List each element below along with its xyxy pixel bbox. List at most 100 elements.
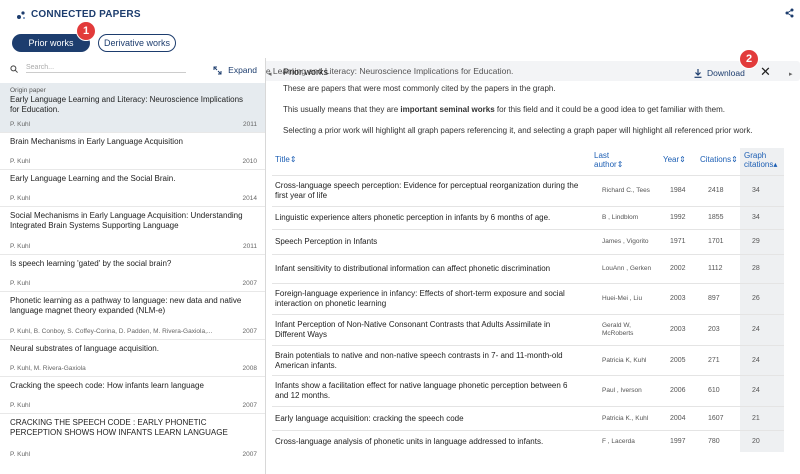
header-label: Graph [744, 151, 767, 160]
download-button[interactable]: Download [694, 68, 745, 78]
row-last-author: Paul , Iverson [602, 387, 642, 394]
table-row[interactable]: Foreign-language experience in infancy: … [272, 283, 784, 314]
sort-icon: ⇕ [616, 160, 624, 169]
table-row[interactable]: Infant sensitivity to distributional inf… [272, 254, 784, 283]
panel-divider[interactable] [265, 58, 266, 474]
paper-year: 2007 [242, 280, 257, 287]
paper-authors: P. Kuhl, B. Conboy, S. Coffey-Corina, D.… [10, 328, 213, 335]
row-graph-citations: 28 [752, 265, 760, 272]
row-last-author: B , Lindblom [602, 214, 639, 221]
row-title: Brain potentials to native and non-nativ… [275, 350, 563, 370]
row-year: 1997 [670, 438, 686, 445]
close-icon[interactable]: ✕ [760, 64, 771, 80]
row-year: 2003 [670, 295, 686, 302]
header-label: Year [663, 155, 680, 164]
row-graph-citations: 24 [752, 326, 760, 333]
list-item[interactable]: Cracking the speech code: How infants le… [0, 377, 265, 414]
row-last-author: Gerald W, McRoberts [602, 322, 634, 337]
row-citations: 610 [708, 387, 720, 394]
table-row[interactable]: Cross-language speech perception: Eviden… [272, 175, 784, 206]
row-title: Infants show a facilitation effect for n… [275, 381, 568, 400]
row-year: 2003 [670, 326, 686, 333]
row-graph-citations: 26 [752, 295, 760, 302]
list-item[interactable]: Social Mechanisms in Early Language Acqu… [0, 207, 265, 255]
header-label: Title [275, 155, 290, 164]
list-item[interactable]: Is speech learning 'gated' by the social… [0, 255, 265, 292]
table-row[interactable]: Early language acquisition: cracking the… [272, 406, 784, 430]
list-item[interactable]: Phonetic learning as a pathway to langua… [0, 292, 265, 340]
list-item[interactable]: Early Language Learning and the Social B… [0, 170, 265, 207]
list-item-origin[interactable]: Origin paper Early Language Learning and… [0, 83, 265, 133]
download-label: Download [707, 68, 745, 78]
paper-authors: P. Kuhl [10, 195, 31, 202]
tab-derivative-works[interactable]: Derivative works [98, 34, 176, 52]
expand-button[interactable]: Expand [213, 65, 257, 75]
col-header-graph-citations[interactable]: Graph citations▴ [744, 151, 777, 169]
paper-year: 2008 [242, 365, 257, 372]
panel-description-1: These are papers that were most commonly… [283, 84, 556, 93]
paper-title: Social Mechanisms in Early Language Acqu… [10, 211, 243, 230]
paper-title: Brain Mechanisms in Early Language Acqui… [10, 137, 183, 146]
table-row[interactable]: Cross-language analysis of phonetic unit… [272, 430, 784, 453]
sort-asc-icon: ▴ [773, 160, 778, 169]
panel-description-2: This usually means that they are importa… [283, 105, 725, 114]
sidebar: Search... Expand Origin paper Early Lang… [0, 60, 265, 474]
table-row[interactable]: Speech Perception in Infants James , Vigo… [272, 229, 784, 254]
row-title: Infant Perception of Non-Native Consonan… [275, 320, 551, 339]
paper-authors: P. Kuhl [10, 402, 31, 409]
row-last-author: James , Vigorito [602, 238, 649, 245]
row-year: 2005 [670, 356, 686, 364]
row-citations: 1112 [708, 265, 723, 272]
list-item[interactable]: Brain Mechanisms in Early Language Acqui… [0, 133, 265, 170]
col-header-last-author[interactable]: Last author⇕ [594, 151, 623, 169]
sort-icon: ⇕ [731, 155, 738, 164]
sidebar-search-input[interactable]: Search... [26, 64, 186, 73]
row-title: Foreign-language experience in infancy: … [275, 289, 565, 308]
panel-description-3: Selecting a prior work will highlight al… [283, 126, 753, 135]
paper-title: Is speech learning 'gated' by the social… [10, 259, 172, 268]
row-citations: 1607 [708, 414, 724, 422]
table-row[interactable]: Linguistic experience alters phonetic pe… [272, 206, 784, 229]
row-last-author: LouAnn , Gerken [602, 265, 652, 272]
list-item[interactable]: CRACKING THE SPEECH CODE : EARLY PHONETI… [0, 414, 265, 462]
row-title: Cross-language speech perception: Eviden… [275, 181, 579, 200]
paper-title: Phonetic learning as a pathway to langua… [10, 296, 242, 315]
sort-icon: ⇕ [679, 155, 686, 164]
col-header-citations[interactable]: Citations⇕ [700, 155, 738, 164]
row-citations: 780 [708, 438, 720, 445]
paper-authors: P. Kuhl [10, 121, 31, 128]
row-title: Infant sensitivity to distributional inf… [275, 264, 551, 273]
header-label: Last [594, 151, 610, 160]
paper-year: 2007 [242, 402, 257, 409]
row-citations: 203 [708, 326, 720, 333]
paper-title: Neural substrates of language acquisitio… [10, 344, 159, 353]
paper-year: 2010 [242, 158, 257, 165]
paper-list: Origin paper Early Language Learning and… [0, 83, 265, 462]
list-item[interactable]: Neural substrates of language acquisitio… [0, 340, 265, 377]
expand-icon [213, 66, 222, 74]
table-row[interactable]: Brain potentials to native and non-nativ… [272, 345, 784, 375]
row-year: 1984 [670, 187, 686, 194]
collapse-right-icon[interactable]: ▸ [789, 70, 793, 78]
sidebar-search[interactable]: Search... [10, 64, 186, 73]
desc-text: This usually means that they are [283, 105, 401, 114]
sort-icon: ⇕ [289, 155, 297, 164]
paper-title: CRACKING THE SPEECH CODE : EARLY PHONETI… [10, 418, 228, 437]
table-row[interactable]: Infants show a facilitation effect for n… [272, 375, 784, 406]
paper-authors: P. Kuhl [10, 243, 31, 250]
table-row[interactable]: Infant Perception of Non-Native Consonan… [272, 314, 784, 345]
row-graph-citations: 34 [752, 187, 760, 194]
app-title: CONNECTED PAPERS [31, 9, 141, 20]
col-header-year[interactable]: Year⇕ [663, 155, 686, 164]
paper-authors: P. Kuhl, M. Rivera-Gaxiola [10, 365, 86, 372]
app-logo[interactable]: CONNECTED PAPERS [16, 9, 141, 20]
tab-row: Prior works Derivative works Early Langu… [0, 28, 800, 81]
col-header-title[interactable]: Title⇕ [275, 155, 297, 164]
paper-year: 2007 [242, 328, 257, 335]
row-graph-citations: 34 [752, 214, 760, 221]
expand-label: Expand [228, 65, 257, 75]
share-icon[interactable] [785, 8, 794, 18]
row-last-author: Patricia K, Kuhl [602, 356, 647, 364]
row-title: Early language acquisition: cracking the… [275, 413, 464, 423]
origin-paper-label: Origin paper [10, 87, 46, 94]
